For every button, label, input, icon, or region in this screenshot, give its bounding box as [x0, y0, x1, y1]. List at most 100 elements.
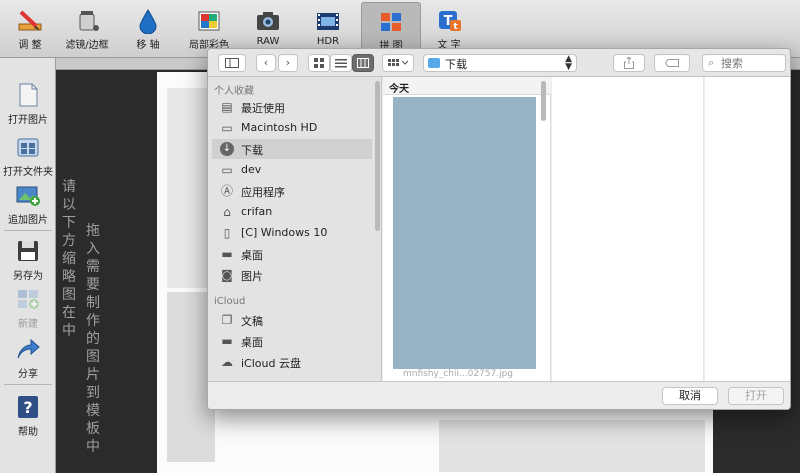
- paint-bucket-icon: [79, 11, 99, 31]
- up-down-chevron-icon: ▲ ▼: [565, 54, 572, 72]
- applications-icon: Ⓐ: [220, 184, 233, 198]
- sidebar-item-home[interactable]: ⌂ crifan: [212, 202, 372, 222]
- path-popup-label: 下载: [445, 58, 467, 71]
- column-view-icon: [357, 58, 369, 68]
- path-popup[interactable]: 下载 ▲ ▼: [423, 54, 577, 72]
- tags-button[interactable]: [654, 54, 690, 72]
- chevron-left-icon: ‹: [263, 56, 269, 69]
- browser-column-empty: [552, 77, 704, 381]
- toolbar-raw-label: RAW: [256, 36, 280, 47]
- pencil-ruler-icon: [18, 10, 42, 31]
- share-box-icon: [624, 56, 634, 69]
- documents-icon: ❐: [221, 313, 233, 327]
- sidebar-item-label: crifan: [241, 205, 273, 218]
- back-button[interactable]: ‹: [256, 54, 276, 72]
- forward-button[interactable]: ›: [278, 54, 298, 72]
- sidebar-item-applications[interactable]: Ⓐ 应用程序: [212, 181, 372, 201]
- help-icon: ?: [18, 396, 38, 418]
- open-image-icon: [19, 83, 38, 107]
- search-field[interactable]: ⌕: [702, 54, 786, 72]
- sidebar-item-windows[interactable]: ▯ [C] Windows 10: [212, 223, 372, 243]
- sidebar-open-image[interactable]: 打开图片: [0, 82, 56, 126]
- sidebar-item-downloads[interactable]: ↓ 下载: [212, 139, 372, 159]
- search-input[interactable]: [721, 56, 783, 70]
- sidebar-share[interactable]: 分享: [0, 336, 56, 380]
- desktop-icon: ▬: [221, 247, 233, 261]
- truncated-file-name: mnfishy_chii...02757.jpg: [403, 369, 514, 379]
- sidebar-help[interactable]: ? 帮助: [0, 394, 56, 438]
- toolbar-tilt-shift-label: 移 轴: [136, 40, 160, 51]
- favorites-section-header: 个人收藏: [214, 86, 254, 97]
- new-collage-icon: [18, 290, 39, 309]
- sidebar-scrollbar[interactable]: [375, 81, 380, 231]
- downloads-folder-icon: [428, 58, 440, 68]
- svg-text:t: t: [453, 22, 458, 32]
- group-by-button[interactable]: [382, 54, 414, 72]
- film-icon: [317, 13, 339, 30]
- sidebar-save-as-label: 另存为: [13, 271, 43, 282]
- template-slot[interactable]: [439, 420, 705, 472]
- toolbar-hdr-label: HDR: [316, 36, 340, 47]
- sidebar-item-icloud-documents[interactable]: ❐ 文稿: [212, 310, 372, 330]
- toolbar-adjust-label: 调 整: [18, 40, 42, 51]
- icon-view-button[interactable]: [308, 54, 330, 72]
- sidebar-item-label: iCloud 云盘: [241, 357, 301, 370]
- sidebar-item-label: 文稿: [241, 315, 263, 328]
- camera-icon: [257, 12, 279, 30]
- sidebar-append-image[interactable]: 追加图片: [0, 182, 56, 226]
- list-view-icon: [335, 59, 347, 68]
- handwritten-hint: 请以下方缩略图在中 拖入需要制作的图片到模板中: [62, 178, 112, 468]
- icloud-section-header: iCloud: [214, 296, 246, 307]
- sidebar-item-dev[interactable]: ▭ dev: [212, 160, 372, 180]
- collage-icon: [381, 13, 401, 31]
- sidebar-item-recents[interactable]: ▤ 最近使用: [212, 97, 372, 117]
- sidebar-item-pictures[interactable]: ◙ 图片: [212, 265, 372, 285]
- sidebar-item-label: [C] Windows 10: [241, 226, 328, 239]
- toolbar-adjust[interactable]: 调 整: [0, 2, 60, 56]
- share-button[interactable]: [613, 54, 645, 72]
- column-scrollbar[interactable]: [541, 81, 546, 121]
- column-view-button[interactable]: [352, 54, 374, 72]
- sidebar-item-macintosh-hd[interactable]: ▭ Macintosh HD: [212, 118, 372, 138]
- sidebar-save-as[interactable]: 另存为: [0, 238, 56, 282]
- hint-column-2: 拖入需要制作的图片到模板中: [86, 223, 100, 455]
- search-icon: ⌕: [708, 56, 715, 69]
- sidebar-item-label: 桌面: [241, 249, 263, 262]
- palette-icon: [198, 11, 220, 31]
- sidebar-open-image-label: 打开图片: [8, 115, 48, 126]
- share-icon: [17, 338, 40, 359]
- dialog-toolbar: ‹ › 下载 ▲ ▼ ⌕: [208, 49, 790, 77]
- downloads-icon: ↓: [220, 142, 234, 156]
- dialog-sidebar: 个人收藏 ▤ 最近使用 ▭ Macintosh HD ↓ 下载 ▭ dev Ⓐ …: [208, 77, 382, 381]
- sidebar-item-icloud-drive[interactable]: ☁ iCloud 云盘: [212, 352, 372, 372]
- sidebar-help-label: 帮助: [18, 427, 38, 438]
- sidebar-share-label: 分享: [18, 369, 38, 380]
- water-drop-icon: [139, 9, 157, 34]
- cancel-button[interactable]: 取消: [662, 387, 718, 405]
- browser-column-downloads: 今天 mnfishy_chii...02757.jpg: [383, 77, 551, 381]
- open-button[interactable]: 打开: [728, 387, 784, 405]
- sidebar-item-icloud-desktop[interactable]: ▬ 桌面: [212, 331, 372, 351]
- desktop-icon: ▬: [221, 334, 233, 348]
- browser-column-empty: [705, 77, 790, 381]
- list-view-button[interactable]: [330, 54, 352, 72]
- sidebar-item-label: 应用程序: [241, 186, 285, 199]
- toolbar-tilt-shift[interactable]: 移 轴: [118, 2, 178, 56]
- date-group-header: 今天: [383, 77, 551, 95]
- pictures-icon: ◙: [221, 268, 233, 282]
- sidebar-item-desktop[interactable]: ▬ 桌面: [212, 244, 372, 264]
- sidebar-toggle-button[interactable]: [218, 54, 246, 72]
- document-icon: ▯: [223, 226, 231, 240]
- toolbar-filter-border[interactable]: 滤镜/边框: [57, 2, 117, 56]
- file-list-redacted[interactable]: [393, 97, 536, 369]
- sidebar-append-image-label: 追加图片: [8, 215, 48, 226]
- save-icon: [18, 241, 38, 261]
- disk-icon: ▭: [221, 121, 233, 135]
- sidebar-item-label: Macintosh HD: [241, 121, 318, 134]
- sidebar-divider: [4, 230, 52, 231]
- folder-icon: ▭: [221, 163, 233, 177]
- sidebar-open-folder[interactable]: 打开文件夹: [0, 134, 56, 178]
- dialog-footer: 取消 打开: [208, 381, 790, 409]
- sidebar-item-label: 最近使用: [241, 102, 285, 115]
- sidebar-item-label: 桌面: [241, 336, 263, 349]
